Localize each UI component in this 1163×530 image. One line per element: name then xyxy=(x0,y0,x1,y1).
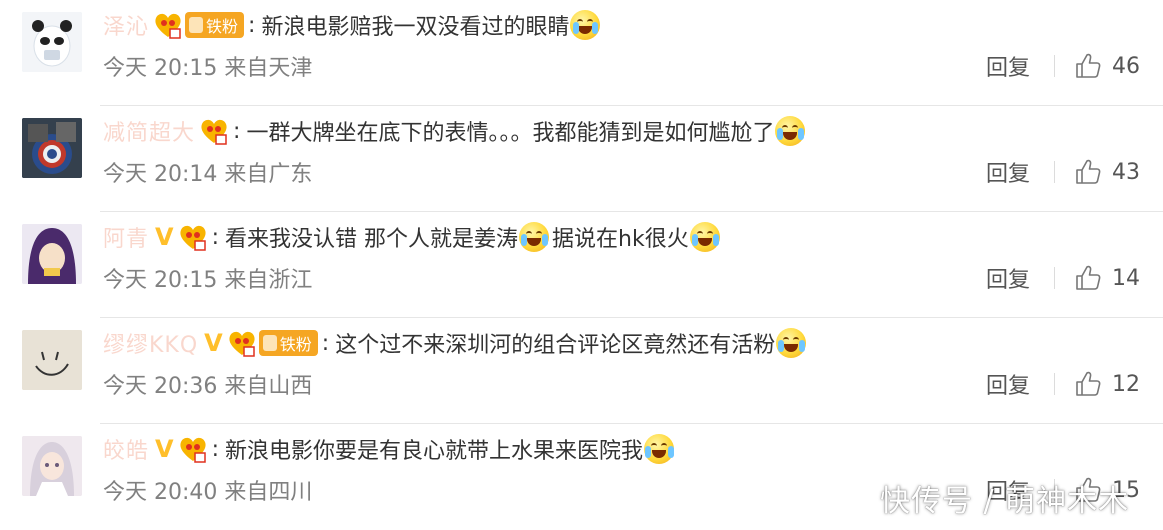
divider xyxy=(1054,267,1055,289)
laughing-emoji-icon xyxy=(775,116,806,146)
verified-v-icon: V xyxy=(155,435,174,463)
fan-heart-icon xyxy=(178,223,208,251)
comment-text: 这个过不来深圳河的组合评论区竟然还有活粉 xyxy=(335,333,776,358)
comment-meta: 今天 20:15 来自浙江 xyxy=(103,260,312,296)
comment-header: 皎皓 V : 新浪电影你要是有良心就带上水果来医院我 xyxy=(103,429,675,469)
timestamp-source: 今天 20:14 来自广东 xyxy=(103,162,313,187)
reply-button[interactable]: 回复 xyxy=(986,260,1030,296)
fan-heart-icon xyxy=(153,11,183,39)
timestamp-source: 今天 20:40 来自四川 xyxy=(103,480,313,505)
like-button[interactable]: 46 xyxy=(1074,48,1140,84)
comment-text-continued: 据说在hk很火 xyxy=(552,227,689,252)
fan-badge: 铁粉 xyxy=(185,12,245,38)
comment-meta: 今天 20:40 来自四川 xyxy=(103,472,312,508)
like-button[interactable]: 43 xyxy=(1074,154,1140,190)
like-count: 14 xyxy=(1112,265,1140,291)
username[interactable]: 减简超大 xyxy=(103,115,195,147)
colon: : xyxy=(321,330,330,356)
shield-avatar-icon xyxy=(22,118,82,178)
reply-button[interactable]: 回复 xyxy=(986,154,1030,190)
comment-meta: 今天 20:36 来自山西 xyxy=(103,366,312,402)
crying-emoji-icon xyxy=(570,10,601,40)
reply-button[interactable]: 回复 xyxy=(986,366,1030,402)
fan-heart-icon xyxy=(227,329,257,357)
fan-badge: 铁粉 xyxy=(258,330,318,356)
comment-header: 减简超大 : 一群大牌坐在底下的表情。。。我都能猜到是如何尴尬了 xyxy=(103,111,806,151)
thumbs-up-icon xyxy=(1076,371,1101,396)
colon: : xyxy=(248,12,256,38)
comment-text: 看来我没认错 那个人就是姜涛 xyxy=(225,227,519,252)
comment-list: 泽沁 铁粉 : 新浪电影赔我一双没看过的眼睛 今天 20:15 来自天津 回复 … xyxy=(0,0,1163,530)
timestamp-source: 今天 20:15 来自天津 xyxy=(103,56,313,81)
fan-heart-icon xyxy=(178,435,208,463)
comment-item: 缪缪KKQ V 铁粉 : 这个过不来深圳河的组合评论区竟然还有活粉 今天 20:… xyxy=(0,318,1163,424)
username[interactable]: 皎皓 xyxy=(103,433,149,465)
like-button[interactable]: 12 xyxy=(1074,366,1140,402)
girl-avatar-icon xyxy=(22,436,82,496)
laughing-emoji-icon xyxy=(519,222,550,252)
timestamp-source: 今天 20:36 来自山西 xyxy=(103,374,313,399)
like-count: 12 xyxy=(1112,371,1140,397)
comment-text: 新浪电影赔我一双没看过的眼睛 xyxy=(261,15,570,40)
comment-text: 新浪电影你要是有良心就带上水果来医院我 xyxy=(225,439,644,464)
like-button[interactable]: 14 xyxy=(1074,260,1140,296)
divider xyxy=(1054,161,1055,183)
comment-header: 泽沁 铁粉 : 新浪电影赔我一双没看过的眼睛 xyxy=(103,5,601,45)
watermark: 快传号 / 萌神木木 xyxy=(880,484,1130,519)
comment-item: 泽沁 铁粉 : 新浪电影赔我一双没看过的眼睛 今天 20:15 来自天津 回复 … xyxy=(0,0,1163,106)
anime-avatar-icon xyxy=(22,224,82,284)
divider xyxy=(1054,373,1055,395)
avatar[interactable] xyxy=(22,118,82,178)
like-count: 43 xyxy=(1112,159,1140,185)
verified-v-icon: V xyxy=(155,223,174,251)
comment-item: 阿青 V : 看来我没认错 那个人就是姜涛 据说在hk很火 今天 20:15 来… xyxy=(0,212,1163,318)
comment-item: 减简超大 : 一群大牌坐在底下的表情。。。我都能猜到是如何尴尬了 今天 20:1… xyxy=(0,106,1163,212)
username[interactable]: 阿青 xyxy=(103,221,149,253)
avatar[interactable] xyxy=(22,12,82,72)
colon: : xyxy=(211,224,220,250)
comment-text: 一群大牌坐在底下的表情。。。我都能猜到是如何尴尬了 xyxy=(246,121,775,146)
avatar[interactable] xyxy=(22,330,82,390)
comment-meta: 今天 20:14 来自广东 xyxy=(103,154,312,190)
username[interactable]: 泽沁 xyxy=(103,9,149,41)
colon: : xyxy=(211,436,220,462)
like-count: 46 xyxy=(1112,53,1140,79)
laughing-emoji-icon xyxy=(689,222,720,252)
thumbs-up-icon xyxy=(1076,53,1101,78)
comment-header: 阿青 V : 看来我没认错 那个人就是姜涛 据说在hk很火 xyxy=(103,217,721,257)
timestamp-source: 今天 20:15 来自浙江 xyxy=(103,268,313,293)
reply-button[interactable]: 回复 xyxy=(986,48,1030,84)
avatar[interactable] xyxy=(22,224,82,284)
comment-header: 缪缪KKQ V 铁粉 : 这个过不来深圳河的组合评论区竟然还有活粉 xyxy=(103,323,807,363)
laughing-emoji-icon xyxy=(776,328,807,358)
happy-crying-emoji-icon xyxy=(644,434,675,464)
smiley-avatar-icon xyxy=(22,330,82,390)
comment-meta: 今天 20:15 来自天津 xyxy=(103,48,312,84)
avatar[interactable] xyxy=(22,436,82,496)
thumbs-up-icon xyxy=(1076,265,1101,290)
verified-v-icon: V xyxy=(204,329,223,357)
panda-avatar-icon xyxy=(22,12,82,72)
fan-heart-icon xyxy=(199,117,229,145)
divider xyxy=(1054,55,1055,77)
thumbs-up-icon xyxy=(1076,159,1101,184)
username[interactable]: 缪缪KKQ xyxy=(103,327,198,359)
colon: : xyxy=(233,118,241,144)
